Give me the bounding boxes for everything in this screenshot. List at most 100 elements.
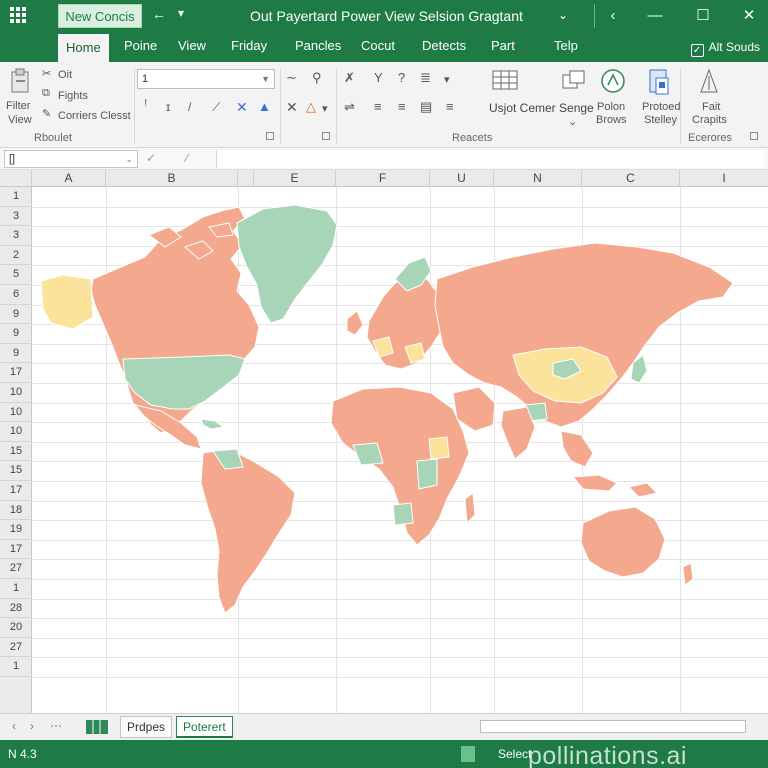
align-right-icon[interactable]: ≡: [398, 99, 406, 114]
row-header[interactable]: 3: [0, 226, 32, 246]
row-header[interactable]: 20: [0, 618, 32, 638]
fx-icon[interactable]: ⁄: [186, 151, 188, 165]
row-header[interactable]: 1: [0, 187, 32, 207]
fill-color-icon[interactable]: △: [306, 99, 316, 115]
column-header[interactable]: E: [254, 170, 336, 187]
fait-line1[interactable]: Fait: [702, 101, 720, 113]
column-header[interactable]: N: [494, 170, 582, 187]
check-icon[interactable]: ✓: [146, 151, 156, 165]
align-icon[interactable]: ≣: [420, 70, 431, 86]
insert-dropdown-icon[interactable]: ⌄: [568, 115, 577, 128]
row-header[interactable]: 3: [0, 207, 32, 227]
row-header[interactable]: 10: [0, 403, 32, 423]
filter-icon[interactable]: Y: [374, 70, 383, 85]
paste-icon[interactable]: [10, 68, 30, 97]
row-header[interactable]: 28: [0, 599, 32, 619]
justify-icon[interactable]: ▤: [420, 99, 432, 115]
fill-color-dropdown-icon[interactable]: ▾: [322, 102, 328, 115]
row-header[interactable]: 10: [0, 422, 32, 442]
link-icon[interactable]: ⚲: [312, 70, 322, 86]
column-header[interactable]: U: [430, 170, 494, 187]
column-header[interactable]: B: [106, 170, 238, 187]
minimize-button[interactable]: —: [640, 4, 670, 28]
sheet-tab-active[interactable]: Poterert: [176, 716, 233, 738]
select-icon[interactable]: [698, 68, 720, 99]
row-header[interactable]: 10: [0, 383, 32, 403]
row-header[interactable]: 5: [0, 265, 32, 285]
column-header[interactable]: A: [32, 170, 106, 187]
font-name-select[interactable]: 1 ▼: [137, 69, 275, 89]
question-icon[interactable]: ?: [398, 70, 405, 85]
cross-icon[interactable]: ✕: [236, 99, 248, 116]
row-header[interactable]: 27: [0, 638, 32, 658]
x-icon[interactable]: ✗: [344, 70, 355, 86]
chart-icon[interactable]: [600, 68, 626, 97]
column-header[interactable]: [238, 170, 254, 187]
insert-label[interactable]: Usjot Cemer Senge: [489, 101, 594, 115]
format-painter-icon[interactable]: ✎: [42, 107, 51, 120]
new-doc-button[interactable]: New Concis: [58, 4, 142, 28]
column-header[interactable]: I: [680, 170, 768, 187]
column-header[interactable]: F: [336, 170, 430, 187]
row-header[interactable]: 15: [0, 461, 32, 481]
row-header[interactable]: 17: [0, 540, 32, 560]
table-icon[interactable]: [492, 70, 518, 93]
row-header[interactable]: 17: [0, 363, 32, 383]
tab-telp[interactable]: Telp: [554, 38, 578, 53]
back-icon[interactable]: ‹: [598, 4, 628, 28]
bold-icon[interactable]: ꜝ: [144, 100, 147, 114]
align-center-icon[interactable]: ≡: [374, 99, 382, 114]
italic-icon[interactable]: ɪ: [166, 100, 170, 114]
filter-view-line2[interactable]: View: [8, 114, 32, 126]
view-mode-icon[interactable]: [461, 746, 475, 762]
row-header[interactable]: 6: [0, 285, 32, 305]
protect-icon[interactable]: [648, 68, 670, 99]
sheet-nav-next[interactable]: ›: [30, 719, 34, 733]
align-dropdown-icon[interactable]: ▾: [444, 73, 450, 86]
share-toggle[interactable]: ✓ Alt Souds: [690, 40, 760, 57]
fill-icon[interactable]: ▲: [258, 99, 271, 114]
quick-access-dropdown-icon[interactable]: ▾: [178, 6, 184, 20]
row-header[interactable]: 19: [0, 520, 32, 540]
maximize-button[interactable]: ☐: [688, 4, 718, 28]
undo-icon[interactable]: ←: [152, 6, 166, 22]
name-box[interactable]: [] ⌄: [4, 150, 138, 168]
row-header[interactable]: 18: [0, 501, 32, 521]
indent-icon[interactable]: ≡: [446, 99, 454, 114]
formula-input[interactable]: [216, 150, 764, 168]
alignment-launcher-icon[interactable]: [322, 132, 330, 140]
row-header[interactable]: 15: [0, 442, 32, 462]
row-header[interactable]: 1: [0, 579, 32, 599]
worksheet-grid[interactable]: [33, 187, 768, 713]
column-header[interactable]: C: [582, 170, 680, 187]
sheet-nav-more[interactable]: ⋯: [50, 719, 62, 733]
fait-line2[interactable]: Crapits: [692, 114, 727, 126]
title-chevron-icon[interactable]: ⌄: [558, 8, 568, 22]
horizontal-scrollbar[interactable]: [480, 720, 746, 733]
polon-line1[interactable]: Polon: [597, 101, 625, 113]
protoed-line2[interactable]: Stelley: [644, 114, 677, 126]
app-grid-icon[interactable]: [10, 7, 28, 25]
tab-detects[interactable]: Detects: [422, 38, 466, 53]
tab-poine[interactable]: Poine: [124, 38, 157, 53]
row-header[interactable]: 9: [0, 305, 32, 325]
select-all-corner[interactable]: [0, 170, 32, 187]
ribbon-launcher-icon[interactable]: [750, 132, 758, 140]
tab-view[interactable]: View: [178, 38, 206, 53]
align-left-icon[interactable]: ⇌: [344, 99, 355, 115]
strike-icon[interactable]: ⟋: [212, 100, 220, 115]
sheet-icon[interactable]: [84, 718, 110, 736]
row-header[interactable]: 27: [0, 559, 32, 579]
copy-icon[interactable]: ⧉: [42, 87, 50, 100]
row-header[interactable]: 1: [0, 657, 32, 677]
filter-view-line1[interactable]: Filter: [6, 100, 30, 112]
tab-friday[interactable]: Friday: [231, 38, 267, 53]
clipboard-item-2[interactable]: Fights: [58, 90, 88, 102]
wave-icon[interactable]: ∼: [286, 70, 297, 86]
sheet-nav-prev[interactable]: ‹: [12, 719, 16, 733]
underline-icon[interactable]: /: [188, 100, 191, 114]
polon-line2[interactable]: Brows: [596, 114, 627, 126]
clipboard-item-3[interactable]: Corriers Clesst: [58, 110, 131, 122]
row-header[interactable]: 9: [0, 344, 32, 364]
tab-part[interactable]: Part: [491, 38, 515, 53]
